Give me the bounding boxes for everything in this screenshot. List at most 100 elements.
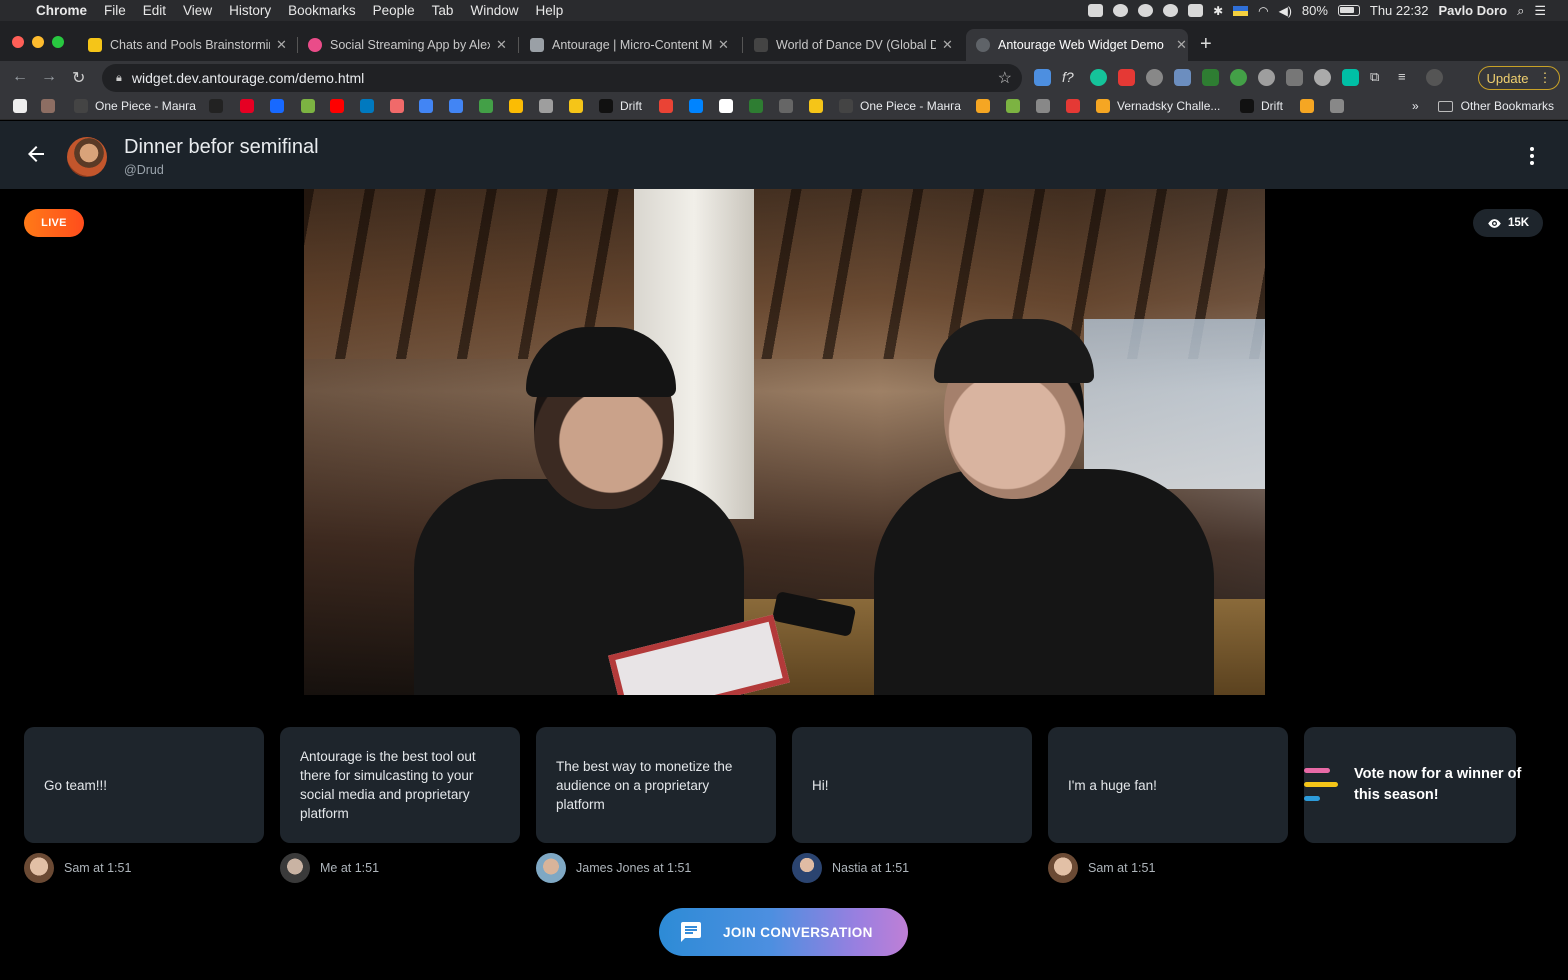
check-icon[interactable] xyxy=(1138,4,1154,17)
lock-icon[interactable]: 🔒︎ xyxy=(116,72,122,85)
clock[interactable]: Thu 22:32 xyxy=(1370,3,1429,18)
other-bookmarks[interactable]: Other Bookmarks xyxy=(1437,99,1554,113)
browser-tab[interactable]: Social Streaming App by Alex.S ✕ xyxy=(298,29,507,61)
bookmark-item[interactable]: One Piece - Манга xyxy=(74,99,196,113)
bookmark-item[interactable] xyxy=(270,99,284,113)
browser-tab[interactable]: Chats and Pools Brainstorming ✕ xyxy=(78,29,287,61)
adblock-icon[interactable] xyxy=(1118,69,1135,86)
bookmark-item[interactable] xyxy=(390,99,404,113)
bookmark-item[interactable] xyxy=(659,99,673,113)
menu-view[interactable]: View xyxy=(183,3,212,18)
evernote-icon[interactable] xyxy=(1230,69,1247,86)
reload-icon[interactable]: ↻ xyxy=(72,68,85,88)
user-name[interactable]: Pavlo Doro xyxy=(1438,3,1507,18)
extension-icon[interactable] xyxy=(1146,69,1163,86)
menu-bookmarks[interactable]: Bookmarks xyxy=(288,3,356,18)
live-video[interactable] xyxy=(304,189,1265,695)
close-tab-icon[interactable]: ✕ xyxy=(718,37,729,53)
bookmark-star-icon[interactable]: ☆ xyxy=(998,68,1012,88)
bookmark-item[interactable] xyxy=(240,99,254,113)
address-bar[interactable]: 🔒︎ widget.dev.antourage.com/demo.html ☆ xyxy=(102,64,1022,92)
wifi-icon[interactable]: ◠ xyxy=(1258,4,1268,18)
close-window-button[interactable] xyxy=(12,36,24,48)
menu-file[interactable]: File xyxy=(104,3,126,18)
status-app-icon[interactable] xyxy=(1088,4,1104,17)
battery-icon[interactable] xyxy=(1337,5,1360,16)
menu-people[interactable]: People xyxy=(373,3,415,18)
extension-icon[interactable] xyxy=(1258,69,1275,86)
g-extension-icon[interactable] xyxy=(1286,69,1303,86)
bookmark-item[interactable] xyxy=(419,99,433,113)
volume-icon[interactable]: ◀) xyxy=(1279,4,1292,18)
bookmark-item[interactable] xyxy=(1300,99,1314,113)
bookmark-item[interactable] xyxy=(809,99,823,113)
profile-avatar[interactable] xyxy=(1426,69,1443,86)
puzzle-extensions-icon[interactable]: ⧉ xyxy=(1370,69,1387,86)
back-icon[interactable]: ← xyxy=(12,68,28,86)
bookmark-item[interactable] xyxy=(330,99,344,113)
camera-extension-icon[interactable] xyxy=(1174,69,1191,86)
forward-icon[interactable]: → xyxy=(41,68,57,86)
bookmark-item[interactable] xyxy=(976,99,990,113)
close-tab-icon[interactable]: ✕ xyxy=(942,37,953,53)
bookmark-item[interactable] xyxy=(509,99,523,113)
bookmark-item[interactable] xyxy=(1066,99,1080,113)
back-arrow-icon[interactable] xyxy=(24,142,48,166)
bookmark-item[interactable] xyxy=(209,99,223,113)
browser-tab[interactable]: Antourage | Micro-Content Ma ✕ xyxy=(520,29,729,61)
bookmark-item[interactable] xyxy=(539,99,553,113)
bookmark-item[interactable] xyxy=(479,99,493,113)
bookmark-item[interactable] xyxy=(719,99,733,113)
menu-app-name[interactable]: Chrome xyxy=(36,3,87,18)
join-conversation-button[interactable]: JOIN CONVERSATION xyxy=(659,908,908,956)
streamer-avatar[interactable] xyxy=(67,137,107,177)
bookmarks-overflow-button[interactable]: » xyxy=(1412,99,1419,113)
streamer-handle[interactable]: @Drud xyxy=(124,163,164,177)
extension-icon[interactable] xyxy=(1314,69,1331,86)
menu-window[interactable]: Window xyxy=(470,3,518,18)
close-tab-icon[interactable]: ✕ xyxy=(1176,37,1187,53)
bookmark-item[interactable] xyxy=(13,99,27,113)
bookmark-item[interactable] xyxy=(1330,99,1344,113)
bookmark-item[interactable] xyxy=(749,99,763,113)
update-button[interactable]: Update ⋮ xyxy=(1478,66,1560,90)
control-center-icon[interactable]: ☰ xyxy=(1534,3,1546,19)
browser-tab-active[interactable]: Antourage Web Widget Demo ✕ xyxy=(966,29,1188,61)
bookmark-item[interactable]: One Piece - Манга xyxy=(839,99,961,113)
bookmark-item[interactable] xyxy=(779,99,793,113)
bookmark-item[interactable]: Drift xyxy=(1240,99,1283,113)
new-tab-button[interactable]: + xyxy=(1200,33,1212,56)
bookmark-item[interactable] xyxy=(360,99,374,113)
media-control-icon[interactable]: ≡ xyxy=(1398,69,1415,86)
bookmark-item[interactable] xyxy=(301,99,315,113)
close-tab-icon[interactable]: ✕ xyxy=(496,37,507,53)
browser-tab[interactable]: World of Dance DV (Global Dan ✕ xyxy=(744,29,953,61)
menu-history[interactable]: History xyxy=(229,3,271,18)
spotlight-search-icon[interactable]: ⌕ xyxy=(1517,3,1524,19)
minimize-window-button[interactable] xyxy=(32,36,44,48)
cloud-icon[interactable] xyxy=(1163,4,1179,17)
function-extension-icon[interactable]: f? xyxy=(1062,69,1079,86)
bookmark-item[interactable]: Drift xyxy=(599,99,642,113)
bookmark-item[interactable] xyxy=(449,99,463,113)
grammarly-icon[interactable] xyxy=(1090,69,1107,86)
bookmark-item[interactable] xyxy=(41,99,55,113)
bookmark-item[interactable] xyxy=(1036,99,1050,113)
extension-icon[interactable] xyxy=(1202,69,1219,86)
extension-icon[interactable] xyxy=(1034,69,1051,86)
bookmark-item[interactable] xyxy=(689,99,703,113)
n-extension-icon[interactable] xyxy=(1342,69,1359,86)
input-source-flag-icon[interactable] xyxy=(1233,5,1249,16)
bookmark-item[interactable] xyxy=(569,99,583,113)
telegram-icon[interactable] xyxy=(1113,4,1129,17)
close-tab-icon[interactable]: ✕ xyxy=(276,37,287,53)
bluetooth-icon[interactable]: ✱ xyxy=(1213,4,1223,18)
menu-help[interactable]: Help xyxy=(535,3,563,18)
menu-edit[interactable]: Edit xyxy=(143,3,166,18)
slack-icon[interactable] xyxy=(1188,4,1204,17)
bookmark-item[interactable]: Vernadsky Challe... xyxy=(1096,99,1220,113)
bookmark-item[interactable] xyxy=(1006,99,1020,113)
poll-card[interactable]: Vote now for a winner of this season! xyxy=(1304,727,1521,843)
more-options-icon[interactable] xyxy=(1522,147,1542,167)
menu-tab[interactable]: Tab xyxy=(432,3,454,18)
